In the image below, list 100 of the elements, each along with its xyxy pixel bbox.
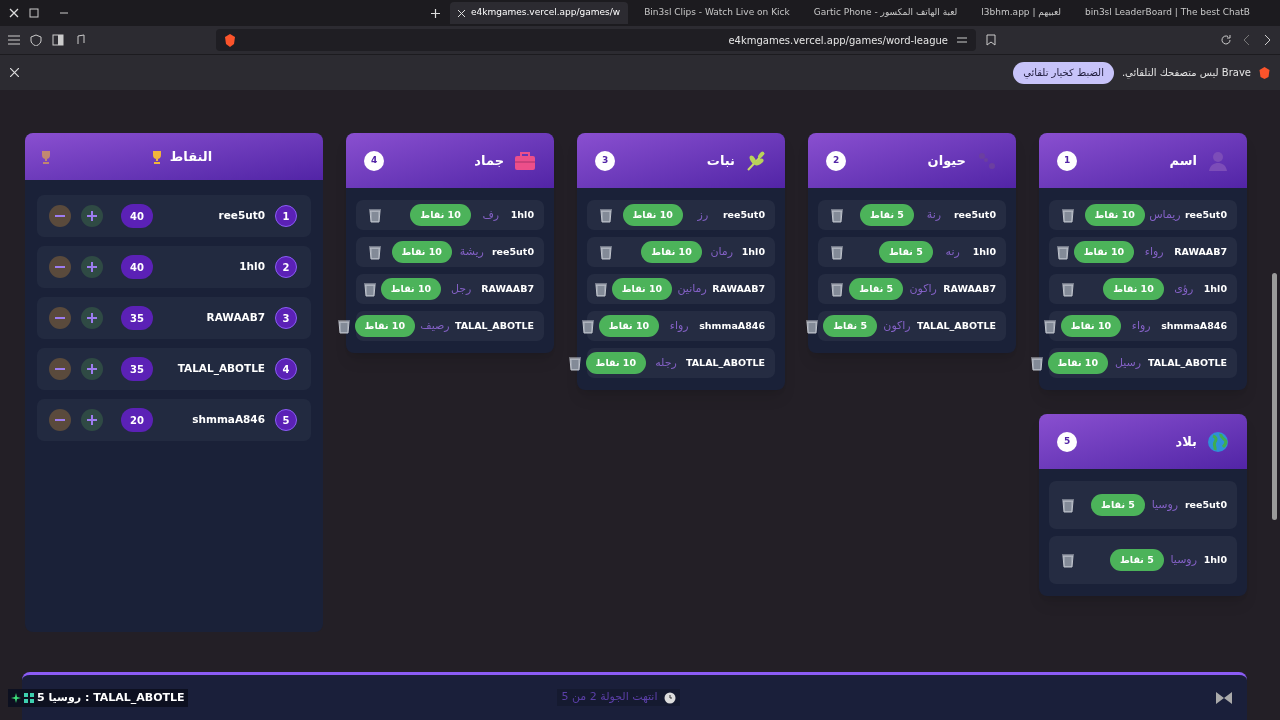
- shield-icon[interactable]: [30, 34, 42, 46]
- leaf-icon: [745, 149, 767, 172]
- browser-tab[interactable]: l3bhm.app | لعبيهم: [973, 2, 1069, 24]
- points-badge: 5 نقاط: [860, 204, 914, 226]
- plus-button[interactable]: [81, 307, 103, 329]
- answer-text: رنة: [925, 206, 943, 223]
- points-badge: 5 نقاط: [823, 315, 877, 337]
- brave-shield-icon[interactable]: [224, 33, 236, 47]
- points-badge: 5 نقاط: [878, 241, 933, 263]
- close-icon[interactable]: [10, 68, 19, 77]
- player-name: TALAL_ABOTLE: [1148, 355, 1227, 370]
- points-badge: 10 نقاط: [611, 278, 673, 300]
- trash-icon[interactable]: [1061, 497, 1075, 513]
- trash-icon[interactable]: [580, 318, 595, 334]
- answer-text: رواء: [668, 317, 690, 334]
- trash-icon[interactable]: [567, 355, 582, 371]
- points-badge: 10 نقاط: [1103, 278, 1164, 300]
- set-default-button[interactable]: الضبط كخيار تلقائي: [1013, 61, 1114, 84]
- person-icon: [1207, 149, 1229, 172]
- player-name: RAWAAB7: [1174, 244, 1227, 259]
- plus-icon: [86, 414, 98, 426]
- browser-tab[interactable]: Gartic Phone - لعبة الهاتف المكسور: [805, 2, 966, 24]
- answer-text: رز: [696, 206, 710, 223]
- round-status: انتهت الجولة 2 من 5: [561, 689, 658, 706]
- minus-button[interactable]: [49, 307, 71, 329]
- rank-badge: 5: [275, 409, 297, 431]
- score-badge: 40: [121, 255, 153, 279]
- trash-icon[interactable]: [368, 244, 382, 260]
- player-name: ree5ut0: [1184, 497, 1227, 512]
- score-badge: 20: [121, 408, 153, 432]
- trash-icon[interactable]: [1055, 244, 1070, 260]
- player-name: shmmaA846: [1161, 318, 1227, 333]
- trash-icon[interactable]: [599, 244, 613, 260]
- toolbox-icon: [514, 150, 536, 171]
- player-name: ree5ut0: [491, 244, 534, 259]
- trash-icon[interactable]: [830, 244, 844, 260]
- answer-text: رسيل: [1113, 354, 1143, 371]
- player-name: RAWAAB7: [206, 310, 265, 326]
- player-name: TALAL_ABOTLE: [917, 318, 996, 333]
- trash-icon[interactable]: [368, 207, 382, 223]
- player-name: ree5ut0: [953, 207, 996, 222]
- trash-icon[interactable]: [830, 207, 844, 223]
- browser-tab[interactable]: Bin3sl Clips - Watch Live on Kick: [636, 2, 798, 24]
- trash-icon[interactable]: [593, 281, 608, 297]
- answer-text: راكون: [882, 317, 912, 334]
- player-name: TALAL_ABOTLE: [177, 361, 265, 377]
- plus-button[interactable]: [81, 256, 103, 278]
- minus-button[interactable]: [49, 205, 71, 227]
- plus-icon: [86, 312, 98, 324]
- trash-icon[interactable]: [362, 281, 377, 297]
- answer-text: رواء: [1130, 317, 1152, 334]
- ticker-text: روسيا 5 : TALAL_ABOTLE: [37, 689, 185, 706]
- trash-icon[interactable]: [1042, 318, 1057, 334]
- category-number: 5: [1057, 431, 1077, 452]
- answer-text: رؤى: [1173, 280, 1195, 297]
- close-icon[interactable]: [458, 9, 465, 17]
- minus-button[interactable]: [49, 256, 71, 278]
- category-number: 3: [595, 150, 615, 171]
- minus-button[interactable]: [49, 409, 71, 431]
- back-icon[interactable]: [1262, 34, 1272, 46]
- answer-text: ريماس: [1148, 206, 1181, 223]
- points-badge: 10 نقاط: [1060, 315, 1122, 337]
- points-badge: 10 نقاط: [598, 315, 660, 337]
- answer-text: راكون: [908, 280, 938, 297]
- player-name: RAWAAB7: [712, 281, 765, 296]
- trash-icon[interactable]: [1029, 355, 1044, 371]
- points-badge: 10 نقاط: [1084, 204, 1145, 226]
- forward-icon[interactable]: [1242, 34, 1252, 46]
- menu-icon[interactable]: [8, 35, 20, 45]
- category-number: 1: [1057, 150, 1077, 171]
- scrollbar[interactable]: [1272, 273, 1277, 520]
- category-title: نبات: [706, 151, 735, 170]
- browser-tab[interactable]: e4kmgames.vercel.app/games/w: [450, 2, 629, 24]
- points-badge: 5 نقاط: [1109, 549, 1164, 571]
- answer-text: رصيف: [419, 317, 451, 334]
- points-badge: 10 نقاط: [410, 204, 471, 226]
- close-icon[interactable]: [9, 8, 19, 18]
- restore-icon[interactable]: [29, 8, 39, 18]
- new-tab-icon[interactable]: [431, 8, 440, 18]
- answer-text: ريشة: [458, 243, 485, 260]
- plus-button[interactable]: [81, 358, 103, 380]
- trash-icon[interactable]: [1061, 207, 1075, 223]
- trash-icon[interactable]: [336, 318, 351, 334]
- answer-text: رواء: [1143, 243, 1165, 260]
- score-badge: 35: [121, 357, 153, 381]
- plus-button[interactable]: [81, 409, 103, 431]
- sidebar-icon[interactable]: [52, 34, 64, 46]
- points-badge: 10 نقاط: [380, 278, 442, 300]
- trash-icon[interactable]: [599, 207, 613, 223]
- reload-icon[interactable]: [1220, 34, 1232, 46]
- points-badge: 10 نقاط: [585, 352, 646, 374]
- trash-icon[interactable]: [1061, 552, 1075, 568]
- trash-icon[interactable]: [830, 281, 844, 297]
- minus-button[interactable]: [49, 358, 71, 380]
- browser-tab[interactable]: bin3sl LeaderBoard | The best ChatB: [1076, 2, 1258, 24]
- category-title: اسم: [1169, 151, 1197, 170]
- trash-icon[interactable]: [805, 318, 820, 334]
- plus-button[interactable]: [81, 205, 103, 227]
- bookmark-icon[interactable]: [986, 34, 996, 46]
- trash-icon[interactable]: [1061, 281, 1075, 297]
